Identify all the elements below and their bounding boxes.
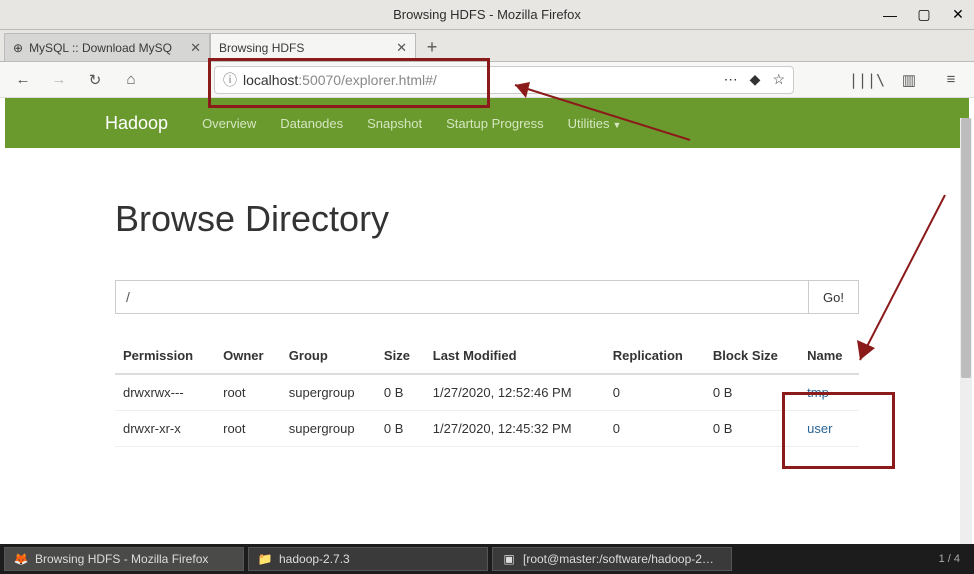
taskbar-label: Browsing HDFS - Mozilla Firefox	[35, 552, 208, 566]
nav-overview[interactable]: Overview	[202, 116, 256, 131]
cell-group: supergroup	[281, 411, 376, 447]
more-icon[interactable]: ⋯	[724, 71, 738, 88]
maximize-button[interactable]: ▢	[916, 7, 932, 23]
close-icon[interactable]: ✕	[396, 40, 407, 56]
col-group: Group	[281, 338, 376, 374]
close-window-button[interactable]: ✕	[950, 7, 966, 23]
browser-tab[interactable]: ⊕ MySQL :: Download MySQ ✕	[4, 33, 210, 61]
terminal-icon: ▣	[501, 551, 517, 567]
cell-owner: root	[215, 374, 281, 411]
hadoop-brand[interactable]: Hadoop	[105, 113, 168, 134]
table-header-row: Permission Owner Group Size Last Modifie…	[115, 338, 859, 374]
taskbar-label: hadoop-2.7.3	[279, 552, 350, 566]
cell-blocksize: 0 B	[705, 374, 799, 411]
home-button[interactable]: ⌂	[118, 67, 144, 93]
tab-strip: ⊕ MySQL :: Download MySQ ✕ Browsing HDFS…	[0, 30, 974, 62]
dir-link[interactable]: user	[807, 421, 832, 436]
desktop-taskbar: 🦊 Browsing HDFS - Mozilla Firefox 📁 hado…	[0, 544, 974, 574]
menu-icon[interactable]: ≡	[938, 67, 964, 93]
dir-link[interactable]: tmp	[807, 385, 829, 400]
cell-size: 0 B	[376, 411, 425, 447]
path-row: Go!	[115, 280, 859, 314]
page-viewport: Hadoop Overview Datanodes Snapshot Start…	[0, 98, 974, 544]
info-icon[interactable]: ⓘ	[223, 70, 237, 90]
taskbar-item[interactable]: ▣ [root@master:/software/hadoop-2…	[492, 547, 732, 571]
folder-icon: 📁	[257, 551, 273, 567]
scrollbar-track[interactable]	[960, 118, 972, 544]
minimize-button[interactable]: —	[882, 7, 898, 23]
col-size: Size	[376, 338, 425, 374]
bookmark-star-icon[interactable]: ☆	[772, 71, 785, 88]
tab-label: MySQL :: Download MySQ	[29, 41, 184, 55]
col-block-size: Block Size	[705, 338, 799, 374]
col-replication: Replication	[605, 338, 705, 374]
cell-group: supergroup	[281, 374, 376, 411]
back-button[interactable]: ←	[10, 67, 36, 93]
urlbar-actions: ⋯ ◆ ☆	[724, 71, 785, 88]
browser-navbar: ← → ↻ ⌂ ⓘ localhost:50070/explorer.html#…	[0, 62, 974, 98]
col-permission: Permission	[115, 338, 215, 374]
page-title: Browse Directory	[115, 198, 859, 240]
page-body: Browse Directory Go! Permission Owner Gr…	[0, 148, 974, 487]
firefox-icon: 🦊	[13, 551, 29, 567]
col-name: Name	[799, 338, 859, 374]
cell-replication: 0	[605, 411, 705, 447]
hadoop-navbar: Hadoop Overview Datanodes Snapshot Start…	[5, 98, 969, 148]
reload-button[interactable]: ↻	[82, 67, 108, 93]
cell-permission: drwxrwx---	[115, 374, 215, 411]
cell-modified: 1/27/2020, 12:45:32 PM	[425, 411, 605, 447]
cell-blocksize: 0 B	[705, 411, 799, 447]
browser-tab[interactable]: Browsing HDFS ✕	[210, 33, 416, 61]
nav-datanodes[interactable]: Datanodes	[280, 116, 343, 131]
col-owner: Owner	[215, 338, 281, 374]
table-row: drwxr-xr-x root supergroup 0 B 1/27/2020…	[115, 411, 859, 447]
chevron-down-icon: ▼	[613, 120, 622, 130]
window-title: Browsing HDFS - Mozilla Firefox	[393, 7, 581, 22]
nav-snapshot[interactable]: Snapshot	[367, 116, 422, 131]
library-icon[interactable]: |||\	[854, 67, 880, 93]
col-last-modified: Last Modified	[425, 338, 605, 374]
url-bar[interactable]: ⓘ localhost:50070/explorer.html#/ ⋯ ◆ ☆	[214, 66, 794, 94]
close-icon[interactable]: ✕	[190, 40, 201, 56]
cell-replication: 0	[605, 374, 705, 411]
nav-utilities[interactable]: Utilities▼	[568, 116, 622, 131]
forward-button[interactable]: →	[46, 67, 72, 93]
new-tab-button[interactable]: +	[416, 33, 448, 61]
reader-icon[interactable]: ◆	[750, 71, 761, 88]
scrollbar-thumb[interactable]	[961, 118, 971, 378]
sidebar-icon[interactable]: ▥	[896, 67, 922, 93]
url-path: :50070/explorer.html#/	[298, 72, 437, 88]
nav-startup-progress[interactable]: Startup Progress	[446, 116, 544, 131]
window-controls: — ▢ ✕	[882, 7, 966, 23]
workspace-indicator[interactable]: 1 / 4	[939, 553, 970, 565]
cell-modified: 1/27/2020, 12:52:46 PM	[425, 374, 605, 411]
go-button[interactable]: Go!	[809, 280, 859, 314]
cell-owner: root	[215, 411, 281, 447]
tab-favicon-mysql: ⊕	[13, 41, 23, 55]
directory-table: Permission Owner Group Size Last Modifie…	[115, 338, 859, 447]
url-host: localhost	[243, 72, 298, 88]
window-titlebar: Browsing HDFS - Mozilla Firefox — ▢ ✕	[0, 0, 974, 30]
path-input[interactable]	[115, 280, 809, 314]
table-row: drwxrwx--- root supergroup 0 B 1/27/2020…	[115, 374, 859, 411]
taskbar-item[interactable]: 🦊 Browsing HDFS - Mozilla Firefox	[4, 547, 244, 571]
taskbar-item[interactable]: 📁 hadoop-2.7.3	[248, 547, 488, 571]
tab-label: Browsing HDFS	[219, 41, 390, 55]
taskbar-label: [root@master:/software/hadoop-2…	[523, 552, 714, 566]
cell-size: 0 B	[376, 374, 425, 411]
cell-permission: drwxr-xr-x	[115, 411, 215, 447]
